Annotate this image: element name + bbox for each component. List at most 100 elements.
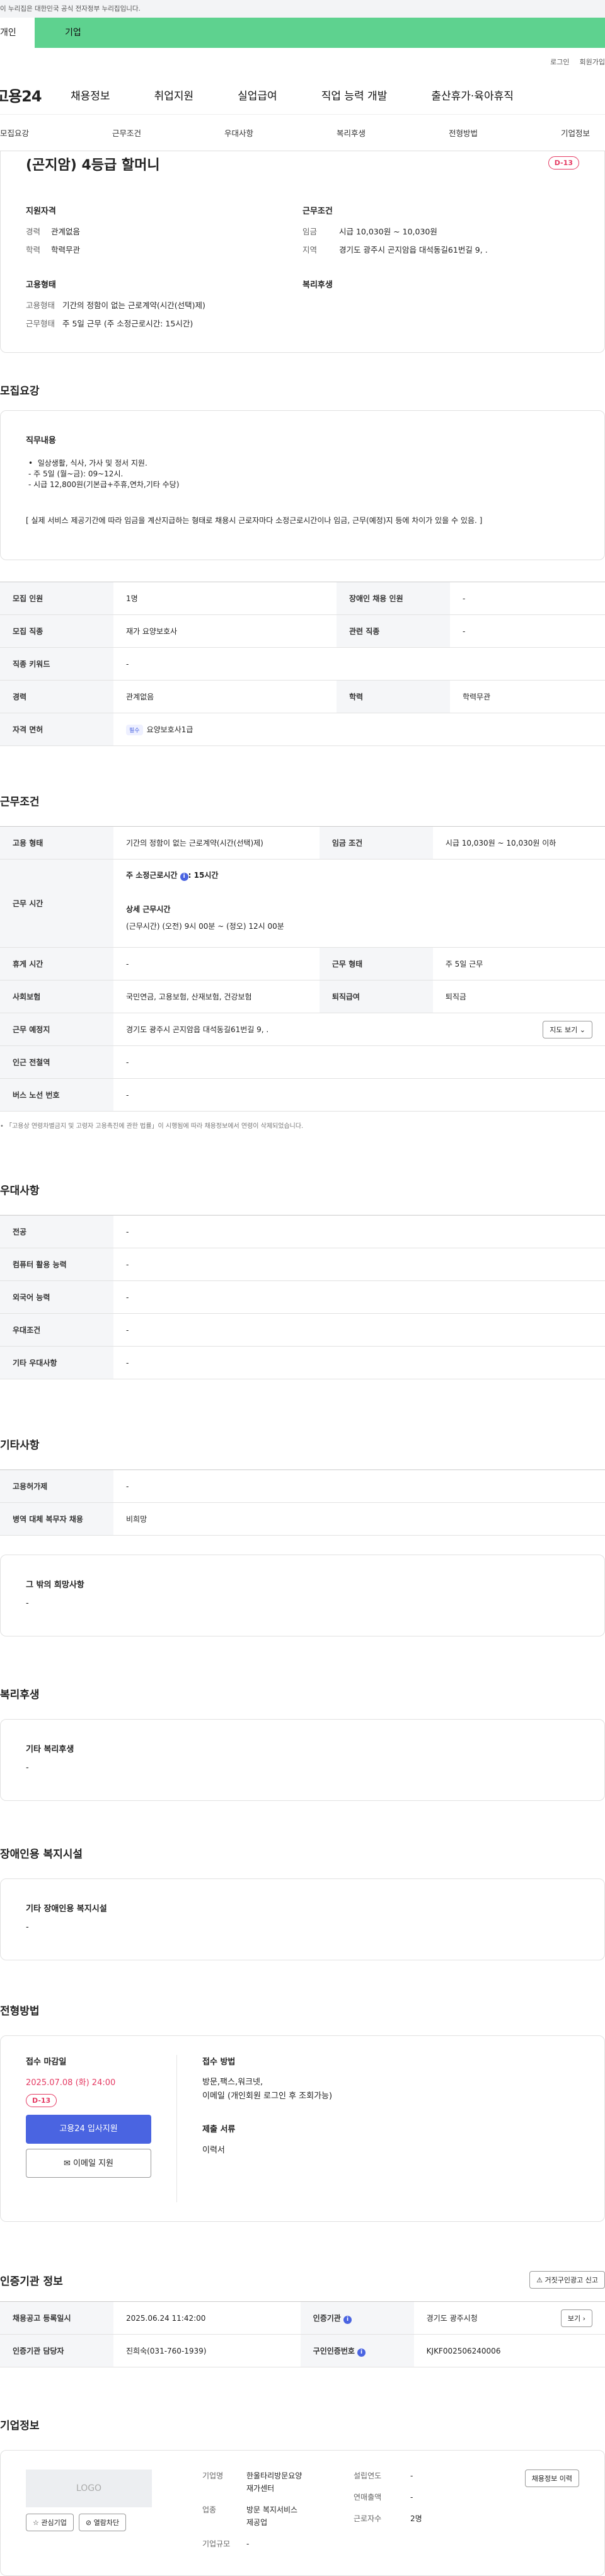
subnav-recruit[interactable]: 모집요강 [0, 127, 29, 139]
name-value: 한울타리방문요양 재가센터 [246, 2471, 302, 2493]
subnav-welfare[interactable]: 복리후생 [337, 127, 366, 139]
job-label: 모집 직종 [0, 614, 113, 648]
disability-box: 기타 장애인용 복지시설 - [0, 1878, 605, 1960]
table-row: 외국어 능력 - [0, 1280, 605, 1314]
summary-card: (곤지암) 4등급 할머니 D-13 지원자격 경력 관계없음 학력 학력무관 근무… [0, 151, 605, 353]
gnb-menu-benefit[interactable]: 실업급여 [238, 87, 277, 103]
chevron-down-icon: ⌄ [579, 1025, 585, 1034]
fav-company-button[interactable]: ☆ 관심기업 [26, 2514, 74, 2531]
subnav-preference[interactable]: 우대사항 [224, 127, 253, 139]
place-value: 경기도 광주시 곤지암읍 대석동길61번길 9, . [126, 1025, 269, 1034]
gnb-menu-leave[interactable]: 출산휴가·육아휴직 [431, 87, 514, 103]
pay-label: 임금 [302, 227, 318, 236]
kw-value: - [113, 647, 605, 681]
dis-value: - [449, 582, 605, 615]
ind-value: 방문 복지서비스 제공업 [246, 2505, 298, 2527]
year-value: - [410, 2471, 413, 2480]
table-row: 고용허가제 - [0, 1469, 605, 1503]
ind-label: 업종 [202, 2505, 217, 2514]
subway-value: - [113, 1045, 605, 1079]
emp-value: 2명 [410, 2514, 422, 2523]
bus-value: - [113, 1078, 605, 1112]
apply-button[interactable]: 고용24 입사지원 [26, 2115, 151, 2144]
company-box: LOGO ☆ 관심기업 ⊘ 열람차단 기업명 한울타리방문요양 재가센터 업종 방문 … [0, 2450, 605, 2576]
year-label: 설립연도 [354, 2471, 382, 2480]
form-value: 주 5일 근무 [432, 947, 605, 980]
org-label: 인증기관 [313, 2313, 341, 2323]
duty-line: - 시급 12,800원(기본급+주휴,연차,기타 수당) [28, 480, 180, 489]
reg-value: 2025.06.24 11:42:00 [113, 2301, 301, 2335]
org-more-button[interactable]: 보기 › [560, 2309, 592, 2327]
section-title-conditions: 근무조건 [0, 796, 40, 808]
job-title: (곤지암) 4등급 할머니 [26, 158, 160, 173]
section-title-auth: 인증기관 정보 [0, 2275, 63, 2288]
duty-title: 직무내용 [26, 436, 56, 446]
docs-title: 제출 서류 [202, 2125, 236, 2134]
job-history-button[interactable]: 채용정보 이력 [524, 2470, 579, 2487]
ins-label: 사회보험 [0, 980, 113, 1013]
gnb-menu-support[interactable]: 취업지원 [154, 87, 194, 103]
hours-label: 근무 시간 [0, 859, 113, 948]
report-button[interactable]: ⚠ 거짓구인광고 신고 [529, 2271, 605, 2289]
site-logo[interactable]: 고용24 [0, 84, 71, 106]
mail-icon: ✉ [64, 2159, 71, 2168]
bus-label: 버스 노선 번호 [0, 1078, 113, 1112]
table-row: 버스 노선 번호 - [0, 1078, 605, 1112]
info-icon[interactable]: i [180, 873, 188, 881]
table-row: 모집 인원 1명 장애인 채용 인원 - [0, 582, 605, 615]
join-link[interactable]: 회원가입 [580, 57, 605, 67]
info-icon[interactable]: i [357, 2348, 366, 2357]
email-apply-button[interactable]: ✉ 이메일 지원 [26, 2149, 151, 2178]
duty-line: - 주 5일 (월~금): 09~12시. [28, 469, 124, 478]
deadline-title: 접수 마감일 [26, 2057, 67, 2067]
emp-title: 고용형태 [26, 280, 56, 290]
table-row: 전공 - [0, 1215, 605, 1248]
map-button[interactable]: 지도 보기 ⌄ [543, 1020, 592, 1038]
reg-label: 채용공고 등록일시 [0, 2301, 113, 2335]
block-button[interactable]: ⊘ 열람차단 [78, 2514, 127, 2531]
area-label: 지역 [302, 245, 318, 255]
info-icon[interactable]: i [343, 2315, 352, 2324]
gnb-menu-jobs[interactable]: 채용정보 [71, 87, 110, 103]
disability-box-title: 기타 장애인용 복지시설 [26, 1904, 107, 1914]
edu-label: 학력 [26, 245, 41, 255]
deadline-value: 2025.07.08 (화) 24:00 [26, 2078, 116, 2088]
preference-table: 전공 - 컴퓨터 활용 능력 - 외국어 능력 - 우대조건 - 기타 우대사항 - [0, 1215, 605, 1379]
section-nav: 모집요강 근무조건 우대사항 복리후생 전형방법 기업정보 [0, 115, 605, 151]
disability-box-value: - [26, 1923, 29, 1932]
scale-value: - [246, 2539, 250, 2548]
mgr-value: 진희숙(031-760-1939) [113, 2334, 301, 2367]
section-title-etc: 기타사항 [0, 1439, 40, 1452]
sales-value: - [410, 2493, 413, 2502]
gnb-menu-training[interactable]: 직업 능력 개발 [321, 87, 388, 103]
tab-personal[interactable]: 개인 [0, 18, 35, 48]
car-value: 관계없음 [113, 680, 337, 713]
subnav-process[interactable]: 전형방법 [449, 127, 478, 139]
method-value: 방문,팩스,워크넷, 이메일 (개인회원 로그인 후 조회가능) [202, 2078, 333, 2101]
welfare-box: 기타 복리후생 - [0, 1719, 605, 1801]
tab-company[interactable]: 기업 [35, 18, 605, 48]
method-title: 접수 방법 [202, 2057, 236, 2067]
type-value: 기간의 정함이 없는 근로계약(시간(선택)제) [113, 826, 320, 860]
emp-label: 근로자수 [354, 2514, 382, 2523]
table-row: 근무 시간 주 소정근로시간 i: 15시간 상세 근무시간 (근무시간) (오… [0, 859, 605, 948]
table-row: 우대조건 - [0, 1313, 605, 1347]
table-row: 사회보험 국민연금, 고용보험, 산재보험, 건강보험 퇴직급여 퇴직금 [0, 980, 605, 1013]
table-row: 고용 형태 기간의 정함이 없는 근로계약(시간(선택)제) 임금 조건 시급 10,… [0, 826, 605, 860]
subnav-conditions[interactable]: 근무조건 [112, 127, 141, 139]
paycond-label: 임금 조건 [319, 826, 433, 860]
conditions-table: 고용 형태 기간의 정함이 없는 근로계약(시간(선택)제) 임금 조건 시급 10,… [0, 826, 605, 1112]
section-title-preference: 우대사항 [0, 1185, 40, 1197]
count-label: 모집 인원 [0, 582, 113, 615]
login-link[interactable]: 로그인 [550, 57, 569, 67]
recruit-table: 모집 인원 1명 장애인 채용 인원 - 모집 직종 재가 요양보호사 관련 직종 - 직종… [0, 582, 605, 746]
type-label: 고용 형태 [0, 826, 113, 860]
table-row: 인증기관 담당자 진희숙(031-760-1939) 구인인증번호 i KJKF002… [0, 2334, 605, 2367]
table-row: 채용공고 등록일시 2025.06.24 11:42:00 인증기관 i 경기도 광주… [0, 2301, 605, 2335]
dis-label: 장애인 채용 인원 [336, 582, 450, 615]
career-label: 경력 [26, 227, 41, 236]
age-note: • 「고용상 연령차별금지 및 고령자 고용촉진에 관한 법률」이 시행됨에 따… [0, 1123, 304, 1130]
subnav-company[interactable]: 기업정보 [561, 127, 590, 139]
welfare-title: 복리후생 [302, 280, 333, 290]
edu2-value: 학력무관 [449, 680, 605, 713]
